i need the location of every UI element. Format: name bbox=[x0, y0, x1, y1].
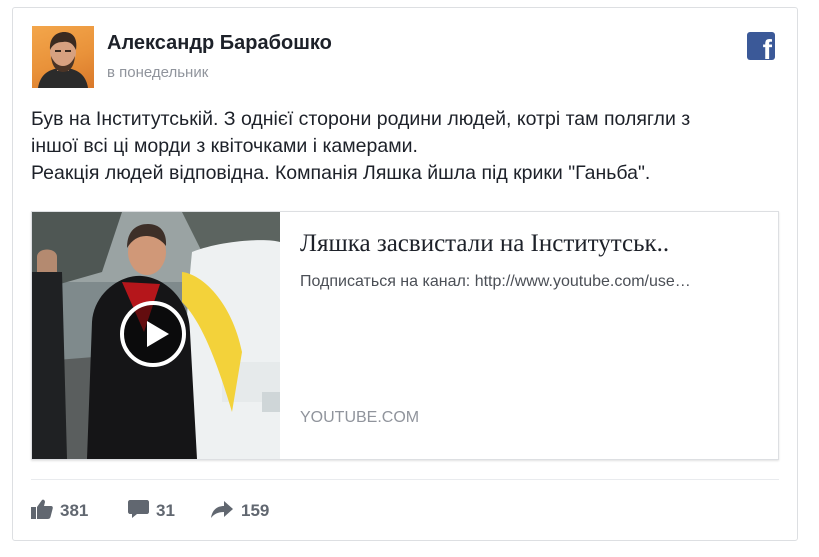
like-count: 381 bbox=[60, 501, 89, 520]
link-preview[interactable]: Ляшка засвистали на Інститутськ.. Подпис… bbox=[31, 211, 779, 460]
link-domain: YOUTUBE.COM bbox=[300, 409, 420, 426]
divider bbox=[31, 479, 779, 480]
post-text-line: Був на Інститутській. З однієї сторони р… bbox=[31, 108, 691, 130]
share-button[interactable]: 159 bbox=[211, 496, 291, 526]
comment-bubble-icon bbox=[128, 500, 149, 518]
avatar[interactable] bbox=[32, 26, 94, 88]
post-text: Був на Інститутській. З однієї сторони р… bbox=[31, 106, 791, 187]
post-text-line: Реакція людей відповідна. Компанія Ляшка… bbox=[31, 162, 651, 184]
action-bar: 381 31 159 bbox=[31, 496, 331, 526]
thumbs-up-icon bbox=[31, 499, 53, 519]
play-button[interactable] bbox=[120, 301, 186, 367]
link-title[interactable]: Ляшка засвистали на Інститутськ.. bbox=[300, 230, 765, 258]
play-icon bbox=[147, 321, 169, 347]
embedded-post-card: Александр Барабошко в понедельник f Був … bbox=[12, 7, 798, 541]
share-count: 159 bbox=[241, 501, 270, 520]
facebook-logo-icon[interactable]: f bbox=[747, 32, 775, 60]
post-timestamp[interactable]: в понедельник bbox=[107, 64, 208, 81]
share-arrow-icon bbox=[211, 501, 233, 518]
video-thumbnail[interactable] bbox=[32, 212, 280, 459]
comment-count: 31 bbox=[156, 501, 175, 520]
link-description: Подписаться на канал: http://www.youtube… bbox=[300, 273, 691, 290]
like-button[interactable]: 381 bbox=[31, 496, 101, 526]
post-text-line: іншої всі ці морди з квіточками і камера… bbox=[31, 135, 418, 157]
comment-button[interactable]: 31 bbox=[128, 496, 188, 526]
author-name[interactable]: Александр Барабошко bbox=[107, 32, 332, 55]
